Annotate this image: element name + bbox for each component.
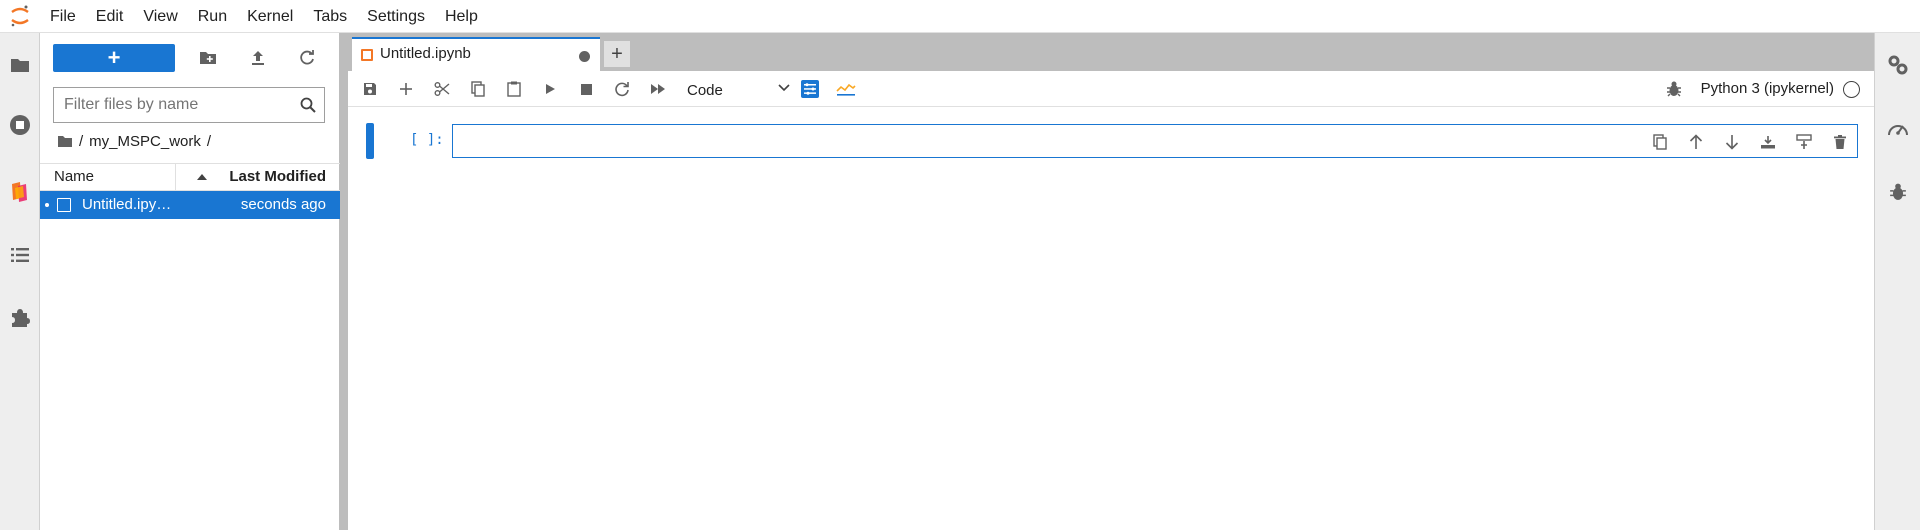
kernel-idle-status-icon	[1843, 81, 1860, 98]
cell-prompt: [ ]:	[410, 132, 444, 148]
tab-title: Untitled.ipynb	[380, 45, 471, 62]
puzzle-extension-icon[interactable]	[0, 298, 40, 338]
breadcrumb-trailing-separator: /	[206, 132, 212, 150]
debug-bug-icon[interactable]	[1878, 172, 1918, 212]
file-list-header: Name Last Modified	[40, 163, 340, 191]
cell-type-value: Code	[687, 81, 723, 99]
jupyter-logo-icon[interactable]	[0, 0, 40, 33]
menu-help[interactable]: Help	[435, 0, 488, 33]
extension-colored-icon[interactable]	[0, 171, 40, 211]
running-indicator-icon	[45, 203, 49, 207]
menu-settings[interactable]: Settings	[357, 0, 435, 33]
notebook-toolbar: Code Python 3 (ipykernel)	[348, 71, 1874, 107]
tab-untitled-notebook[interactable]: Untitled.ipynb	[352, 37, 600, 71]
refresh-icon[interactable]	[295, 46, 319, 70]
insert-above-icon[interactable]	[1792, 130, 1816, 154]
file-filter-field[interactable]	[53, 87, 325, 123]
property-inspector-toggle-icon[interactable]	[798, 77, 822, 101]
notebook-icon	[361, 49, 373, 61]
right-sidebar	[1874, 33, 1920, 530]
table-of-contents-icon[interactable]	[0, 235, 40, 275]
restart-icon[interactable]	[610, 77, 634, 101]
breadcrumb-folder[interactable]: my_MSPC_work	[89, 133, 201, 150]
column-divider[interactable]	[175, 164, 176, 190]
panel-splitter[interactable]	[340, 33, 348, 530]
column-header-last-modified[interactable]: Last Modified	[229, 168, 326, 185]
move-up-icon[interactable]	[1684, 130, 1708, 154]
copy-icon[interactable]	[466, 77, 490, 101]
file-filter-input[interactable]	[64, 96, 294, 114]
insert-below-icon[interactable]	[1756, 130, 1780, 154]
menu-run[interactable]: Run	[188, 0, 237, 33]
cell-editor[interactable]	[452, 124, 1858, 158]
menu-tabs[interactable]: Tabs	[303, 0, 357, 33]
code-cell[interactable]: [ ]:	[366, 123, 1866, 159]
unsaved-indicator-icon[interactable]	[579, 51, 590, 62]
kernel-name[interactable]: Python 3 (ipykernel)	[1701, 80, 1834, 97]
run-all-icon[interactable]	[646, 77, 670, 101]
search-icon	[300, 97, 316, 113]
kernel-debug-bug-icon[interactable]	[1666, 81, 1682, 97]
file-browser-toolbar: +	[40, 33, 340, 83]
column-header-name[interactable]: Name	[54, 168, 94, 185]
stop-icon[interactable]	[574, 77, 598, 101]
breadcrumb-root-separator[interactable]: /	[79, 133, 83, 150]
chevron-down-icon	[778, 84, 790, 92]
cut-icon[interactable]	[430, 77, 454, 101]
run-icon[interactable]	[538, 77, 562, 101]
file-modified: seconds ago	[240, 196, 326, 213]
breadcrumb: / my_MSPC_work /	[57, 129, 211, 153]
folder-icon[interactable]	[0, 45, 40, 85]
menu-edit[interactable]: Edit	[86, 0, 134, 33]
delete-cell-icon[interactable]	[1828, 130, 1852, 154]
notebook-file-icon	[57, 198, 71, 212]
running-sessions-icon[interactable]	[0, 105, 40, 145]
duplicate-cell-icon[interactable]	[1648, 130, 1672, 154]
file-name: Untitled.ipy…	[82, 196, 172, 213]
notebook-area: Untitled.ipynb + Code Python 3 (ipykerne…	[348, 33, 1874, 530]
home-folder-icon[interactable]	[57, 135, 73, 148]
insert-cell-icon[interactable]	[394, 77, 418, 101]
new-folder-icon[interactable]	[196, 46, 220, 70]
property-inspector-icon[interactable]	[1878, 45, 1918, 85]
move-down-icon[interactable]	[1720, 130, 1744, 154]
file-list-item[interactable]: Untitled.ipy… seconds ago	[40, 191, 340, 219]
file-browser-panel: + / my_MSPC_work / Name Last Modified	[40, 33, 340, 530]
paste-icon[interactable]	[502, 77, 526, 101]
sort-ascending-icon	[197, 174, 207, 180]
new-launcher-button[interactable]: +	[53, 44, 175, 72]
cell-type-select[interactable]: Code	[687, 78, 792, 102]
menu-file[interactable]: File	[40, 0, 86, 33]
left-sidebar	[0, 33, 40, 530]
upload-icon[interactable]	[246, 46, 270, 70]
menu-bar: File Edit View Run Kernel Tabs Settings …	[0, 0, 1920, 33]
save-icon[interactable]	[358, 77, 382, 101]
new-tab-button[interactable]: +	[604, 41, 630, 67]
execution-time-icon[interactable]	[834, 77, 858, 101]
debugger-gauge-icon[interactable]	[1878, 109, 1918, 149]
tab-bar: Untitled.ipynb +	[348, 33, 1874, 71]
menu-kernel[interactable]: Kernel	[237, 0, 303, 33]
cell-collapser[interactable]	[366, 123, 374, 159]
menu-view[interactable]: View	[133, 0, 187, 33]
